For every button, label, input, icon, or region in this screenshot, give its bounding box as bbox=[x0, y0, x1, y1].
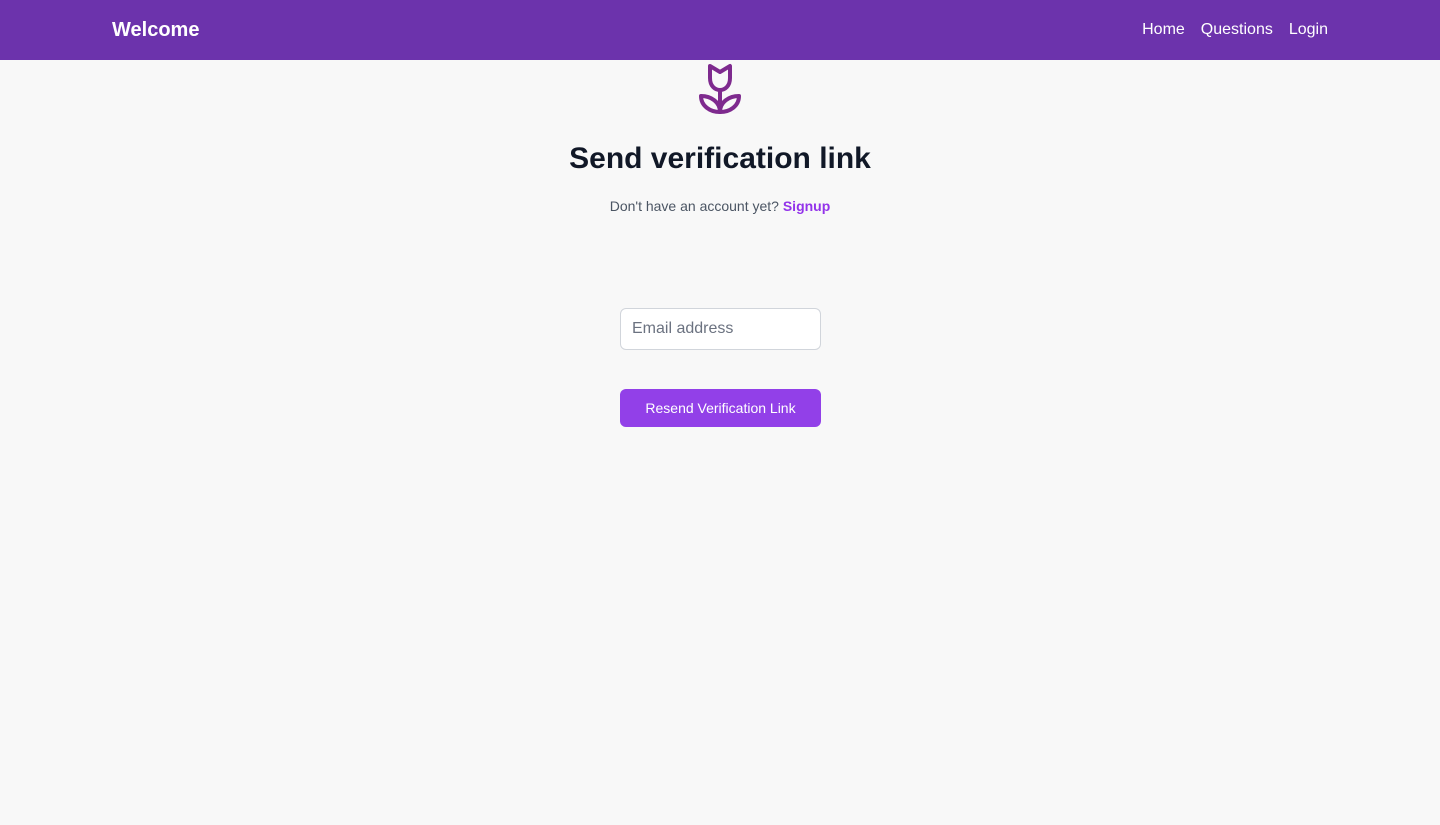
brand-link[interactable]: Welcome bbox=[112, 17, 199, 43]
nav-link-login[interactable]: Login bbox=[1289, 19, 1328, 41]
resend-verification-button[interactable]: Resend Verification Link bbox=[620, 389, 821, 427]
signup-prompt-text: Don't have an account yet? bbox=[609, 198, 779, 214]
nav-links: Home Questions Login bbox=[1142, 19, 1328, 41]
tulip-icon bbox=[699, 64, 741, 114]
nav-link-home[interactable]: Home bbox=[1142, 19, 1185, 41]
email-input[interactable] bbox=[620, 308, 821, 350]
nav-link-questions[interactable]: Questions bbox=[1201, 19, 1273, 41]
signup-link[interactable]: Signup bbox=[783, 198, 830, 214]
signup-prompt: Don't have an account yet? Signup bbox=[0, 197, 1440, 215]
page-title: Send verification link bbox=[569, 142, 871, 175]
top-navbar: Welcome Home Questions Login bbox=[0, 0, 1440, 60]
